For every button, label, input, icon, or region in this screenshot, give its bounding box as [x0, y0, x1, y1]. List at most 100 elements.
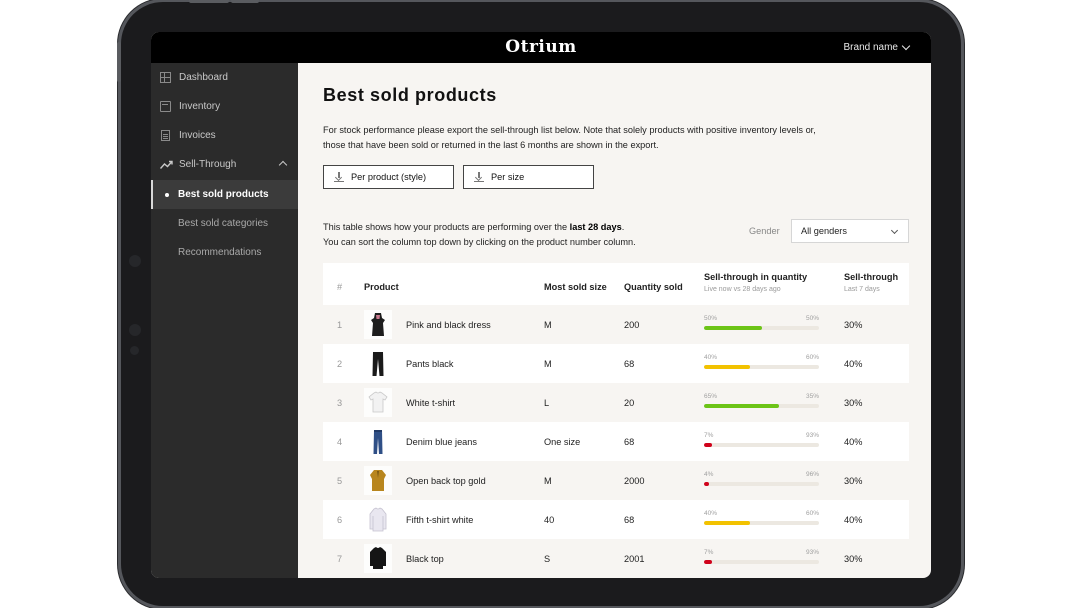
- bar-fill: [704, 560, 713, 564]
- table-row[interactable]: 3 White t-shirt L 20 65% 35% 30%: [323, 383, 909, 422]
- table-description-line: This table shows how your products are p…: [323, 220, 636, 235]
- most-sold-size: M: [544, 476, 552, 486]
- product-name[interactable]: Pants black: [406, 359, 454, 369]
- column-header-quantity[interactable]: Quantity sold: [624, 282, 683, 292]
- camera-dot: [129, 324, 141, 336]
- row-number: 3: [337, 398, 343, 408]
- sidebar-item-inventory[interactable]: Inventory: [151, 92, 298, 121]
- sidebar-subitem-label: Best sold categories: [178, 218, 269, 229]
- bar-label-now: 40%: [704, 354, 718, 361]
- bar-label-now: 7%: [704, 432, 714, 439]
- button-label: Per product (style): [351, 172, 427, 182]
- note-bold: last 28 days: [569, 222, 622, 232]
- export-per-size-button[interactable]: Per size: [463, 165, 594, 189]
- bar-label-now: 40%: [704, 510, 718, 517]
- bar-label-now: 4%: [704, 471, 714, 478]
- row-number: 2: [337, 359, 343, 369]
- column-header-sell-through-quantity[interactable]: Sell-through in quantity: [704, 272, 807, 282]
- bar-track: [704, 404, 819, 408]
- product-thumbnail: [364, 349, 392, 378]
- bar-label-now: 65%: [704, 393, 718, 400]
- sidebar: Dashboard Inventory Invoices Sell-Throug…: [151, 63, 298, 578]
- quantity-sold: 2001: [624, 554, 645, 564]
- bar-fill: [704, 404, 779, 408]
- brand-selector[interactable]: Brand name: [844, 41, 911, 53]
- app-screen: Otrium Brand name Dashboard Inventory In…: [151, 32, 931, 578]
- table-row[interactable]: 6 Fifth t-shirt white 40 68 40% 60% 40%: [323, 500, 909, 539]
- table-row[interactable]: 7 Black top S 2001 7% 93% 30%: [323, 539, 909, 578]
- sidebar-subitem-best-sold-products[interactable]: Best sold products: [151, 180, 298, 209]
- table-description: This table shows how your products are p…: [323, 220, 636, 250]
- dashboard-icon: [160, 72, 171, 83]
- bar-label-now: 50%: [704, 315, 718, 322]
- export-per-product-button[interactable]: Per product (style): [323, 165, 454, 189]
- products-table: # Product Most sold size Quantity sold S…: [323, 263, 909, 578]
- product-thumbnail: [364, 505, 392, 534]
- product-thumbnail: [364, 310, 392, 339]
- product-thumbnail: [364, 388, 392, 417]
- most-sold-size: One size: [544, 437, 581, 447]
- active-bullet: [165, 193, 169, 197]
- bar-label-ago: 35%: [805, 393, 819, 400]
- sell-through-bar: 4% 96%: [704, 471, 819, 493]
- row-number: 5: [337, 476, 343, 486]
- intro-text: For stock performance please export the …: [323, 123, 883, 153]
- quantity-sold: 68: [624, 515, 635, 525]
- column-header-size[interactable]: Most sold size: [544, 282, 607, 292]
- invoices-icon: [161, 130, 170, 141]
- inventory-icon: [160, 101, 171, 112]
- table-row[interactable]: 1 Pink and black dress M 200 50% 50% 30%: [323, 305, 909, 344]
- column-header-product[interactable]: Product: [364, 282, 399, 292]
- product-name[interactable]: Pink and black dress: [406, 320, 491, 330]
- most-sold-size: 40: [544, 515, 555, 525]
- sidebar-item-invoices[interactable]: Invoices: [151, 121, 298, 150]
- gender-select[interactable]: All genders: [791, 219, 909, 243]
- product-name[interactable]: Open back top gold: [406, 476, 486, 486]
- product-thumbnail: [364, 427, 392, 456]
- tablet-top-button: [231, 0, 259, 3]
- column-header-number[interactable]: #: [337, 282, 342, 292]
- quantity-sold: 200: [624, 320, 640, 330]
- column-header-sell-through[interactable]: Sell-through: [844, 272, 898, 282]
- sell-through-value: 30%: [844, 554, 863, 564]
- sidebar-item-label: Inventory: [179, 101, 221, 112]
- sidebar-item-label: Invoices: [179, 130, 216, 141]
- most-sold-size: S: [544, 554, 551, 564]
- tablet-frame: Otrium Brand name Dashboard Inventory In…: [117, 0, 961, 606]
- intro-line: For stock performance please export the …: [323, 125, 816, 135]
- sell-through-value: 40%: [844, 437, 863, 447]
- bar-label-ago: 93%: [805, 549, 819, 556]
- product-name[interactable]: Denim blue jeans: [406, 437, 477, 447]
- sell-through-value: 40%: [844, 359, 863, 369]
- top-bar: Otrium Brand name: [151, 32, 931, 63]
- bar-label-now: 7%: [704, 549, 714, 556]
- product-name[interactable]: Black top: [406, 554, 444, 564]
- table-row[interactable]: 5 Open back top gold M 2000 4% 96% 30%: [323, 461, 909, 500]
- otrium-logo[interactable]: Otrium: [151, 37, 931, 57]
- camera-dot: [130, 346, 139, 355]
- note-text: This table shows how your products are p…: [323, 222, 570, 232]
- bar-label-ago: 60%: [805, 510, 819, 517]
- sell-through-value: 30%: [844, 398, 863, 408]
- quantity-sold: 20: [624, 398, 635, 408]
- bar-label-ago: 60%: [805, 354, 819, 361]
- gender-label: Gender: [749, 226, 780, 236]
- sell-through-bar: 7% 93%: [704, 432, 819, 454]
- camera-dot: [129, 255, 141, 267]
- download-icon: [334, 172, 344, 182]
- main-content: Best sold products For stock performance…: [298, 63, 931, 578]
- sidebar-item-sell-through[interactable]: Sell-Through: [151, 150, 298, 179]
- bar-fill: [704, 482, 709, 486]
- sidebar-item-dashboard[interactable]: Dashboard: [151, 63, 298, 92]
- page-title: Best sold products: [323, 85, 497, 105]
- sidebar-item-label: Sell-Through: [179, 159, 237, 170]
- table-row[interactable]: 2 Pants black M 68 40% 60% 40%: [323, 344, 909, 383]
- bar-track: [704, 365, 819, 369]
- sidebar-subitem-recommendations[interactable]: Recommendations: [151, 238, 298, 267]
- sidebar-subitem-best-sold-categories[interactable]: Best sold categories: [151, 209, 298, 238]
- product-name[interactable]: White t-shirt: [406, 398, 455, 408]
- table-row[interactable]: 4 Denim blue jeans One size 68 7% 93% 40…: [323, 422, 909, 461]
- row-number: 4: [337, 437, 343, 447]
- product-name[interactable]: Fifth t-shirt white: [406, 515, 473, 525]
- note-text: .: [621, 222, 625, 232]
